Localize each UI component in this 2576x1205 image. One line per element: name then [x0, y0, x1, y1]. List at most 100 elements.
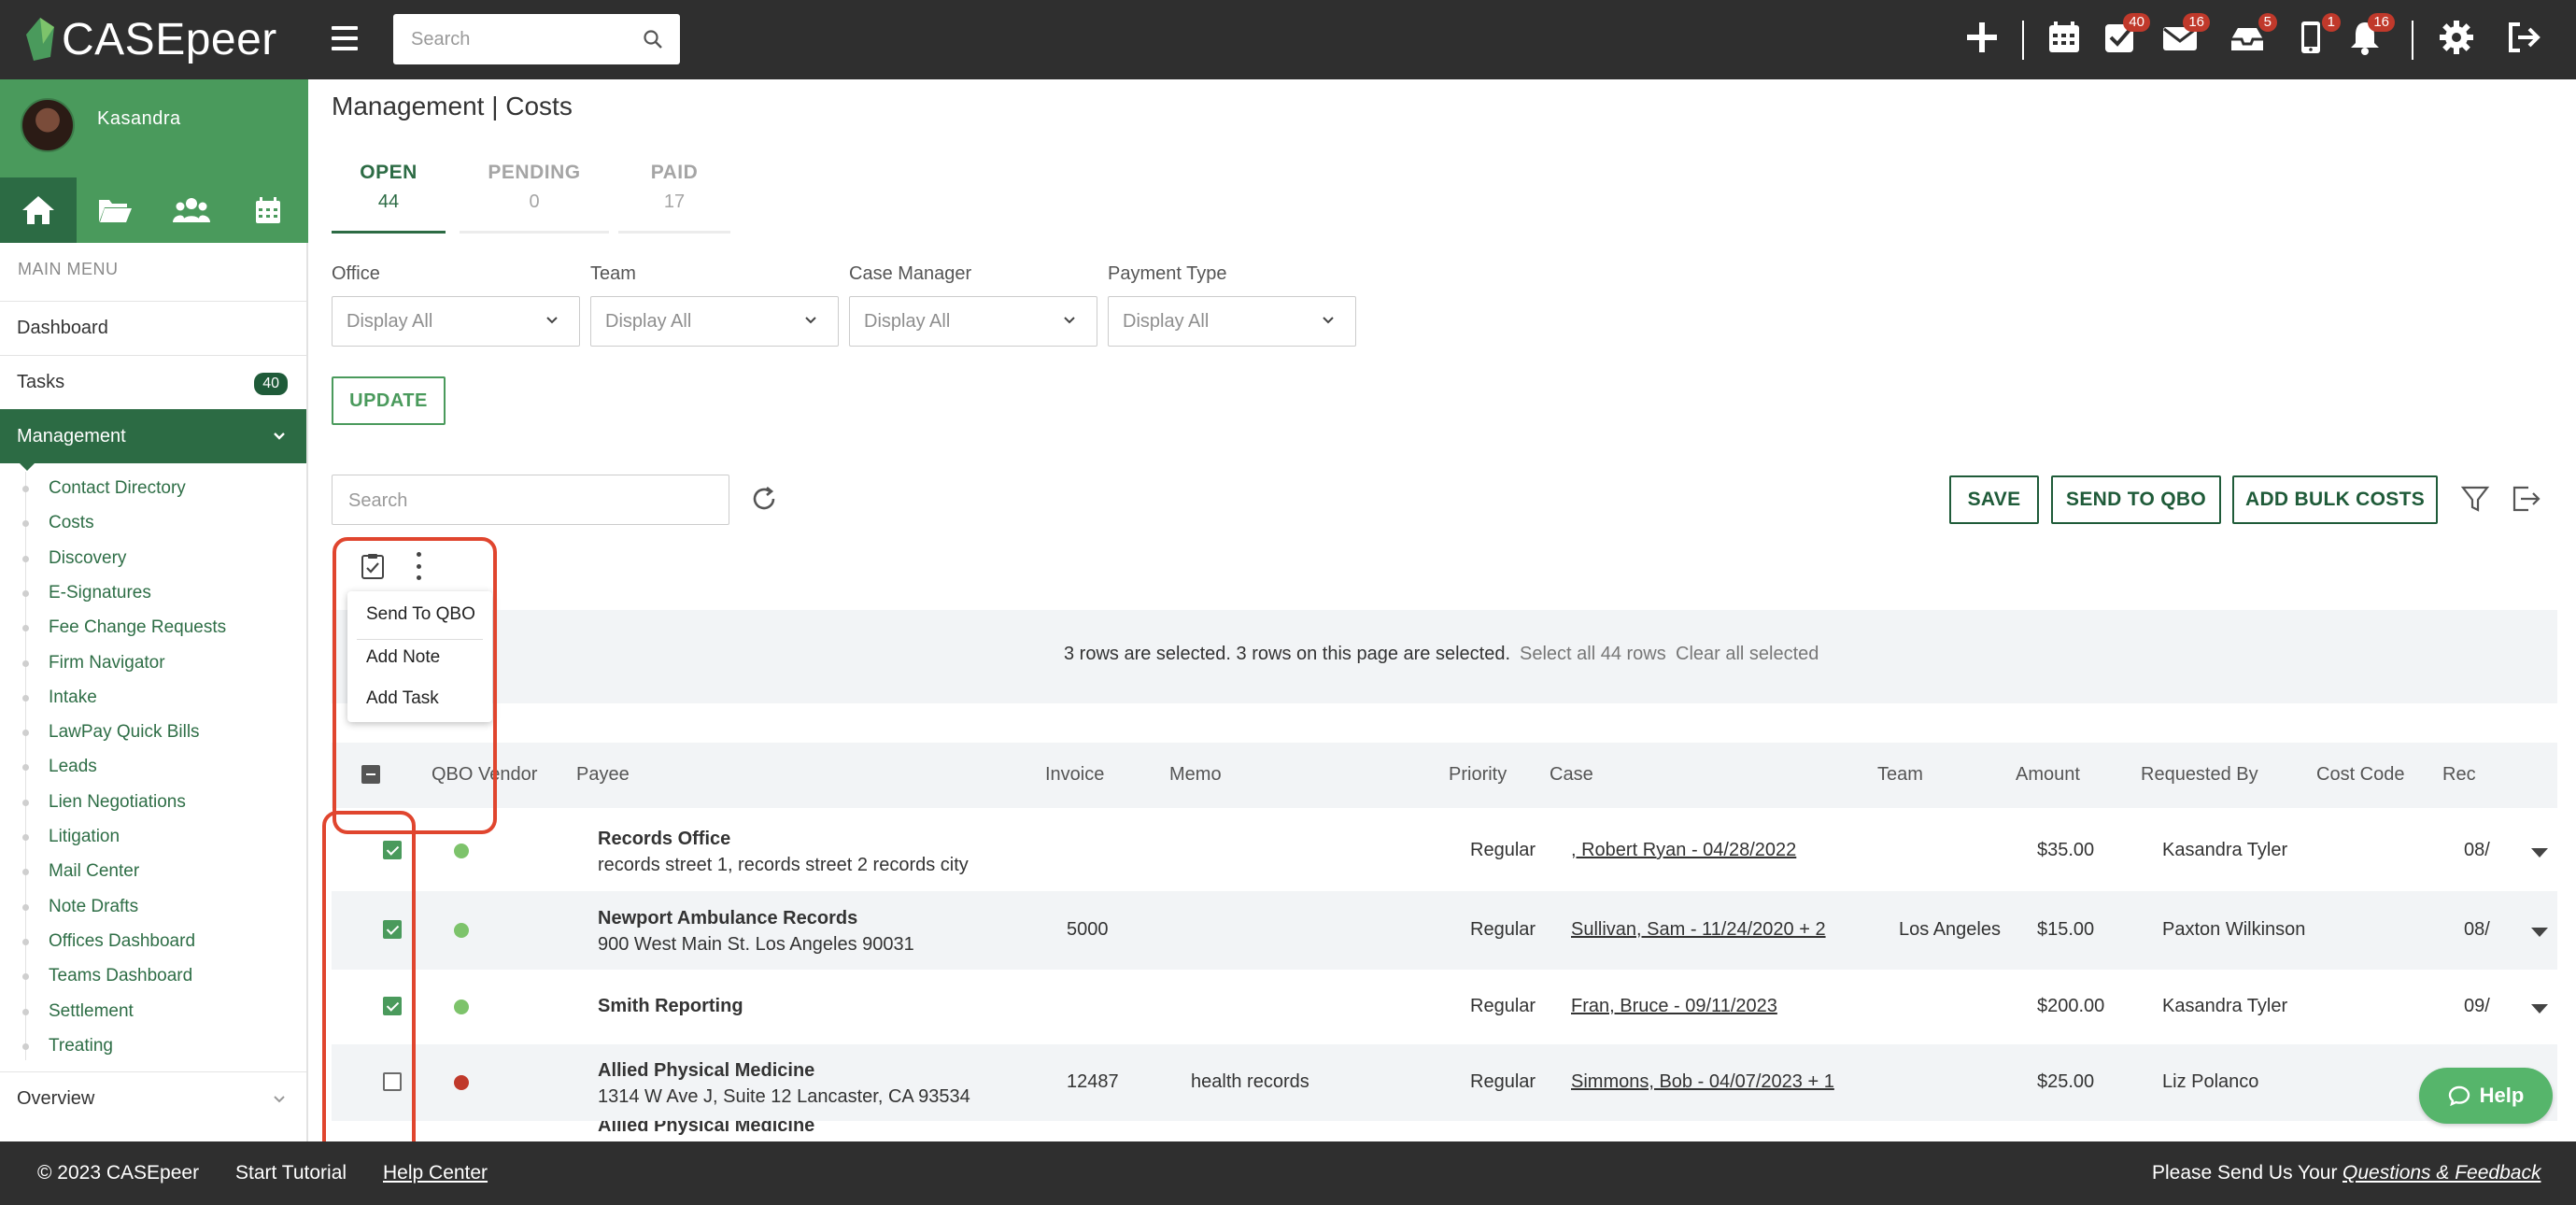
payment-type-filter-label: Payment Type [1108, 263, 1227, 284]
column-header-memo[interactable]: Memo [1169, 764, 1222, 786]
expand-row-caret-icon[interactable] [2531, 848, 2548, 858]
expand-row-caret-icon[interactable] [2531, 928, 2548, 937]
tab-pending[interactable]: PENDING 0 [460, 162, 609, 236]
payee-name[interactable]: Allied Physical Medicine [598, 1121, 814, 1137]
payee-name[interactable]: Newport Ambulance Records [598, 908, 857, 929]
tasks-icon[interactable]: 40 [2102, 13, 2150, 60]
help-center-link[interactable]: Help Center [383, 1162, 488, 1184]
payee-name[interactable]: Records Office [598, 829, 730, 850]
expand-row-caret-icon[interactable] [2531, 1004, 2548, 1014]
sidebar-subitem-costs[interactable]: Costs [49, 513, 94, 533]
logout-icon[interactable] [2505, 19, 2546, 60]
add-bulk-costs-button[interactable]: ADD BULK COSTS [2232, 475, 2438, 524]
users-icon[interactable] [153, 177, 230, 243]
global-search-input[interactable]: Search [393, 14, 680, 64]
sidebar-subitem-offices-dashboard[interactable]: Offices Dashboard [49, 931, 195, 952]
column-header-priority[interactable]: Priority [1449, 764, 1507, 786]
tab-paid[interactable]: PAID 17 [618, 162, 730, 236]
update-button[interactable]: UPDATE [332, 376, 446, 425]
sidebar-subitem-mail-center[interactable]: Mail Center [49, 861, 139, 882]
column-header-amount[interactable]: Amount [2016, 764, 2080, 786]
menu-item-add-note[interactable]: Add Note [366, 647, 440, 668]
table-search-input[interactable]: Search [332, 475, 729, 525]
gear-icon[interactable] [2438, 19, 2479, 60]
sidebar-subitem-fee-change-requests[interactable]: Fee Change Requests [49, 617, 226, 638]
more-actions-icon[interactable] [413, 552, 424, 580]
payment-type-filter-select[interactable]: Display All [1108, 296, 1356, 347]
submenu-bullet [22, 799, 29, 806]
export-icon[interactable] [2510, 483, 2541, 515]
column-header-requested-by[interactable]: Requested By [2141, 764, 2258, 786]
payee-name[interactable]: Smith Reporting [598, 996, 743, 1017]
sidebar-item-overview[interactable]: Overview [0, 1071, 306, 1126]
clear-all-selected-link[interactable]: Clear all selected [1676, 644, 1819, 665]
sidebar-subitem-leads[interactable]: Leads [49, 757, 97, 777]
sidebar-item-management[interactable]: Management [0, 409, 306, 463]
sidebar-subitem-treating[interactable]: Treating [49, 1036, 113, 1056]
column-header-team[interactable]: Team [1877, 764, 1923, 786]
case-link[interactable]: Sullivan, Sam - 11/24/2020 + 2 [1571, 919, 1826, 941]
casepeer-logo[interactable]: CASEpeer [24, 11, 277, 67]
sidebar-item-tasks[interactable]: Tasks 40 [0, 355, 306, 409]
sidebar-item-dashboard[interactable]: Dashboard [0, 301, 306, 355]
calendar-icon[interactable] [2045, 19, 2087, 60]
search-icon[interactable] [643, 29, 663, 50]
row-checkbox[interactable] [383, 997, 402, 1015]
start-tutorial-link[interactable]: Start Tutorial [235, 1162, 347, 1184]
clipboard-check-icon[interactable] [359, 552, 387, 580]
send-to-qbo-button[interactable]: SEND TO QBO [2051, 475, 2221, 524]
inbox-icon[interactable]: 5 [2229, 13, 2277, 60]
questions-feedback-link[interactable]: Questions & Feedback [2342, 1162, 2541, 1184]
sidebar-subitem-e-signatures[interactable]: E-Signatures [49, 583, 151, 603]
sidebar-subitem-lien-negotiations[interactable]: Lien Negotiations [49, 792, 186, 813]
row-checkbox[interactable] [383, 841, 402, 859]
select-all-checkbox[interactable] [361, 765, 380, 784]
tab-open[interactable]: OPEN 44 [332, 162, 446, 236]
mail-icon[interactable]: 16 [2161, 13, 2210, 60]
sidebar-subitem-note-drafts[interactable]: Note Drafts [49, 897, 138, 917]
tab-underline [460, 231, 609, 234]
payee-name[interactable]: Allied Physical Medicine [598, 1060, 814, 1082]
calendar-icon[interactable] [230, 177, 306, 243]
main-menu-heading: MAIN MENU [18, 260, 119, 278]
sidebar-subitem-firm-navigator[interactable]: Firm Navigator [49, 653, 165, 673]
row-checkbox[interactable] [383, 1072, 402, 1091]
column-header-invoice[interactable]: Invoice [1045, 764, 1104, 786]
column-header-rec[interactable]: Rec [2442, 764, 2476, 786]
sidebar-subitem-discovery[interactable]: Discovery [49, 548, 126, 569]
refresh-icon[interactable] [749, 484, 779, 514]
column-header-case[interactable]: Case [1550, 764, 1593, 786]
office-filter-select[interactable]: Display All [332, 296, 580, 347]
column-header-cost-code[interactable]: Cost Code [2316, 764, 2405, 786]
bell-badge: 16 [2368, 13, 2395, 32]
select-all-rows-link[interactable]: Select all 44 rows [1520, 644, 1666, 665]
case-link[interactable]: Simmons, Bob - 04/07/2023 + 1 [1571, 1071, 1834, 1093]
save-button[interactable]: SAVE [1949, 475, 2039, 524]
phone-icon[interactable]: 1 [2292, 13, 2341, 60]
column-header-payee[interactable]: Payee [576, 764, 630, 786]
case-link[interactable]: Fran, Bruce - 09/11/2023 [1571, 996, 1777, 1017]
row-checkbox[interactable] [383, 920, 402, 939]
team-filter-select[interactable]: Display All [590, 296, 839, 347]
help-button[interactable]: Help [2419, 1068, 2553, 1124]
sidebar-subitem-settlement[interactable]: Settlement [49, 1001, 134, 1022]
brand-name: CASEpeer [62, 14, 277, 64]
case-link[interactable]: , Robert Ryan - 04/28/2022 [1571, 840, 1796, 861]
sidebar-subitem-lawpay-quick-bills[interactable]: LawPay Quick Bills [49, 722, 200, 743]
bell-icon[interactable]: 16 [2346, 13, 2395, 60]
sidebar-subitem-contact-directory[interactable]: Contact Directory [49, 478, 186, 499]
sidebar-subitem-litigation[interactable]: Litigation [49, 827, 120, 847]
avatar[interactable] [21, 98, 75, 152]
home-icon[interactable] [0, 177, 77, 243]
plus-icon[interactable] [1963, 19, 2004, 60]
folder-icon[interactable] [77, 177, 153, 243]
hamburger-menu-icon[interactable] [332, 26, 358, 50]
rec-date: 08/ [2464, 919, 2490, 940]
filter-icon[interactable] [2459, 483, 2491, 515]
sidebar-subitem-teams-dashboard[interactable]: Teams Dashboard [49, 966, 192, 986]
case-manager-filter-select[interactable]: Display All [849, 296, 1097, 347]
sidebar-subitem-intake[interactable]: Intake [49, 688, 97, 708]
menu-item-send-to-qbo[interactable]: Send To QBO [366, 604, 475, 625]
column-header-qbo-vendor[interactable]: QBO Vendor [432, 764, 537, 786]
menu-item-add-task[interactable]: Add Task [366, 688, 439, 709]
